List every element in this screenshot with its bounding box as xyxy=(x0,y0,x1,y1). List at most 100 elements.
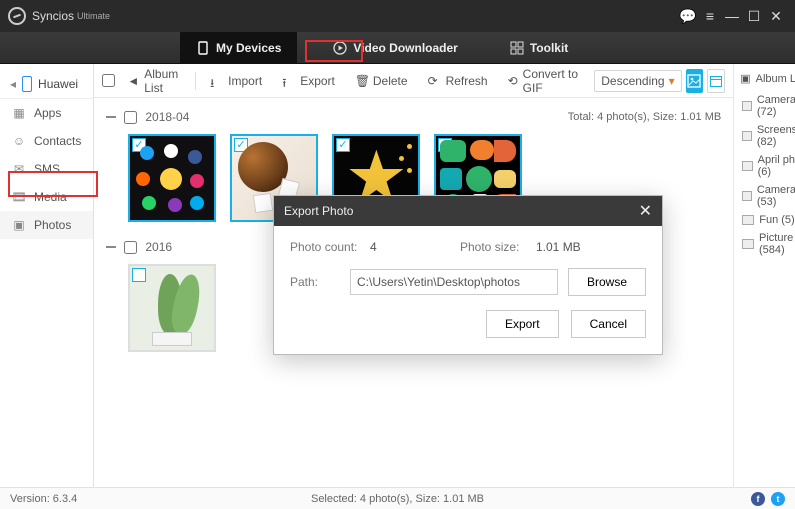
close-button[interactable]: ✕ xyxy=(765,5,787,27)
photo-count-value: 4 xyxy=(370,240,450,254)
album-icon xyxy=(742,215,754,225)
view-grid-button[interactable] xyxy=(686,69,704,93)
btn-label: Export xyxy=(300,74,335,88)
group-label: 2018-04 xyxy=(145,110,189,124)
btn-label: Convert to GIF xyxy=(523,67,579,95)
tab-video-downloader[interactable]: Video Downloader xyxy=(317,32,473,63)
facebook-icon[interactable]: f xyxy=(751,492,765,506)
tab-label: Toolkit xyxy=(530,41,568,55)
device-name: Huawei xyxy=(38,77,78,91)
trash-icon: 🗑 xyxy=(355,74,368,87)
nav-label: SMS xyxy=(34,162,60,176)
convert-gif-button[interactable]: ⟲ Convert to GIF xyxy=(500,63,587,99)
nav-photos[interactable]: ▣ Photos xyxy=(0,211,93,239)
nav-sms[interactable]: ✉ SMS xyxy=(0,155,93,183)
path-label: Path: xyxy=(290,275,340,289)
photo-size-label: Photo size: xyxy=(460,240,526,254)
picture-icon: ▣ xyxy=(740,72,750,85)
album-label: Camera Roll (53) xyxy=(757,184,795,208)
group-header-2018-04[interactable]: 2018-04 Total: 4 photo(s), Size: 1.01 MB xyxy=(106,106,721,128)
album-row[interactable]: Screenshots (82) xyxy=(740,121,795,151)
maximize-button[interactable]: ☐ xyxy=(743,5,765,27)
album-row[interactable]: Camera Roll (72) xyxy=(740,91,795,121)
album-label: Fun (5) xyxy=(759,214,794,226)
tab-label: My Devices xyxy=(216,41,281,55)
collapse-icon xyxy=(106,246,116,248)
grid-icon xyxy=(510,41,524,55)
refresh-button[interactable]: ⟳ Refresh xyxy=(420,70,496,92)
album-icon xyxy=(742,161,752,171)
album-row[interactable]: Fun (5) xyxy=(740,211,795,229)
delete-button[interactable]: 🗑 Delete xyxy=(347,70,416,92)
btn-label: Refresh xyxy=(446,74,488,88)
export-button[interactable]: ⭱ Export xyxy=(274,70,343,92)
tab-toolkit[interactable]: Toolkit xyxy=(494,32,584,63)
media-icon: 🎞 xyxy=(12,190,26,204)
group-checkbox[interactable] xyxy=(124,111,137,124)
total-photos-label: Total: 4 photo(s), Size: 1.01 MB xyxy=(568,111,721,123)
dialog-titlebar: Export Photo ✕ xyxy=(274,196,662,226)
app-name: Syncios xyxy=(32,9,74,23)
nav-apps[interactable]: ▦ Apps xyxy=(0,99,93,127)
group-label: 2016 xyxy=(145,240,172,254)
thumb-checkbox[interactable] xyxy=(132,268,146,282)
chevron-down-icon: ▾ xyxy=(669,74,675,88)
photo-thumb[interactable] xyxy=(128,134,216,222)
export-photo-dialog: Export Photo ✕ Photo count: 4 Photo size… xyxy=(273,195,663,355)
import-button[interactable]: ⭳ Import xyxy=(202,70,270,92)
dialog-cancel-button[interactable]: Cancel xyxy=(571,310,646,338)
select-all-checkbox[interactable] xyxy=(102,74,115,87)
sort-label: Descending xyxy=(601,74,664,88)
import-icon: ⭳ xyxy=(210,74,223,87)
tab-my-devices[interactable]: My Devices xyxy=(180,32,297,63)
nav-contacts[interactable]: ☺ Contacts xyxy=(0,127,93,155)
group-checkbox[interactable] xyxy=(124,241,137,254)
twitter-icon[interactable]: t xyxy=(771,492,785,506)
browse-button[interactable]: Browse xyxy=(568,268,646,296)
btn-label: Import xyxy=(228,74,262,88)
photo-size-value: 1.01 MB xyxy=(536,240,616,254)
thumb-checkbox[interactable] xyxy=(336,138,350,152)
dialog-title: Export Photo xyxy=(284,204,353,218)
tab-label: Video Downloader xyxy=(353,41,457,55)
sort-order-dropdown[interactable]: Descending ▾ xyxy=(594,70,681,92)
view-calendar-button[interactable] xyxy=(707,69,725,93)
sidebar: ◂ Huawei ▦ Apps ☺ Contacts ✉ SMS 🎞 Media… xyxy=(0,64,94,487)
dialog-export-button[interactable]: Export xyxy=(486,310,559,338)
minimize-button[interactable]: — xyxy=(721,5,743,27)
nav-label: Photos xyxy=(34,218,71,232)
menu-icon[interactable]: ≡ xyxy=(699,5,721,27)
nav-label: Apps xyxy=(34,106,61,120)
album-icon xyxy=(742,191,752,201)
album-list-pane: ▣ Album List Camera Roll (72) Screenshot… xyxy=(733,64,795,487)
selection-summary: Selected: 4 photo(s), Size: 1.01 MB xyxy=(311,493,484,505)
main-tabs: My Devices Video Downloader Toolkit xyxy=(0,32,795,64)
album-label: Picture (584) xyxy=(759,232,795,256)
album-row[interactable]: Picture (584) xyxy=(740,229,795,259)
titlebar: Syncios Ultimate 💬 ≡ — ☐ ✕ xyxy=(0,0,795,32)
export-path-input[interactable] xyxy=(350,269,558,295)
dialog-close-button[interactable]: ✕ xyxy=(639,201,652,221)
album-pane-title: Album List xyxy=(756,73,795,85)
album-pane-header: ▣ Album List xyxy=(740,70,795,91)
album-label: April photos (6) xyxy=(758,154,795,178)
nav-label: Media xyxy=(34,190,67,204)
album-row[interactable]: Camera Roll (53) xyxy=(740,181,795,211)
back-album-list-button[interactable]: ◄ Album List xyxy=(119,63,189,99)
photo-thumb[interactable] xyxy=(128,264,216,352)
phone-icon xyxy=(196,41,210,55)
feedback-icon[interactable]: 💬 xyxy=(677,5,699,27)
sms-icon: ✉ xyxy=(12,162,26,176)
album-icon xyxy=(742,239,754,249)
photo-toolbar: ◄ Album List ⭳ Import ⭱ Export 🗑 Delete … xyxy=(94,64,733,98)
photos-icon: ▣ xyxy=(12,218,26,232)
album-icon xyxy=(742,131,752,141)
nav-media[interactable]: 🎞 Media xyxy=(0,183,93,211)
album-row[interactable]: April photos (6) xyxy=(740,151,795,181)
btn-label: Delete xyxy=(373,74,408,88)
album-label: Screenshots (82) xyxy=(757,124,795,148)
apps-icon: ▦ xyxy=(12,106,26,120)
collapse-icon xyxy=(106,116,116,118)
refresh-icon: ⟳ xyxy=(428,74,441,87)
device-selector[interactable]: ◂ Huawei xyxy=(0,70,93,99)
